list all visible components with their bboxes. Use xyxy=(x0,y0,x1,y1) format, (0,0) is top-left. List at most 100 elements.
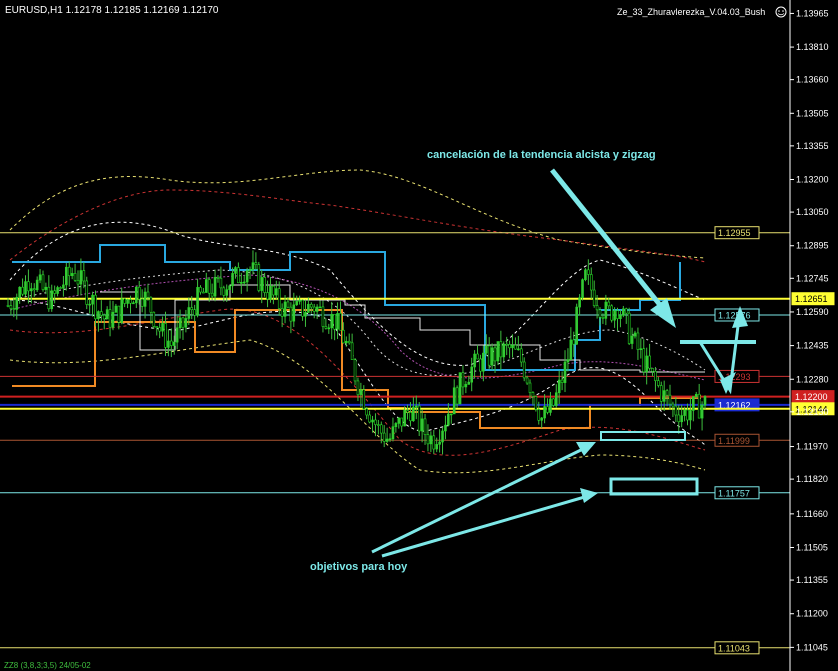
axis-tick-label: 1.13965 xyxy=(796,8,829,18)
candle-body xyxy=(627,312,631,344)
axis-tick-label: 1.12435 xyxy=(796,341,829,351)
candle-body xyxy=(289,306,293,322)
candle-body xyxy=(467,381,471,385)
candle-body xyxy=(595,305,599,311)
candle-body xyxy=(280,308,284,317)
candle-body xyxy=(301,299,304,317)
candle-body xyxy=(455,387,459,405)
candle-body xyxy=(692,396,695,411)
candle-body xyxy=(587,269,590,275)
candle-body xyxy=(304,312,307,317)
axis-tick-label: 1.11820 xyxy=(796,474,828,484)
candle-body xyxy=(624,308,628,314)
candle-body xyxy=(269,285,272,300)
axis-tick-label: 1.11970 xyxy=(796,442,828,452)
candle-body xyxy=(272,285,275,296)
candle-body xyxy=(234,267,237,274)
candle-body xyxy=(566,359,570,363)
candle-body xyxy=(318,306,322,309)
candle-body xyxy=(286,301,290,308)
candle-body xyxy=(540,417,543,421)
candle-body xyxy=(531,392,535,397)
candle-body xyxy=(152,311,156,327)
candle-body xyxy=(569,339,573,360)
candle-body xyxy=(680,415,683,423)
candle-body xyxy=(240,282,243,284)
axis-tick-label: 1.13200 xyxy=(796,175,829,185)
candle-body xyxy=(394,423,398,428)
candle-body xyxy=(108,309,112,328)
candle-body xyxy=(336,313,339,330)
candle-body xyxy=(85,280,89,305)
axis-tick-label: 1.13810 xyxy=(796,42,829,52)
candle-body xyxy=(636,332,640,350)
candle-body xyxy=(231,273,234,287)
candle-body xyxy=(181,317,185,328)
candle-body xyxy=(365,408,369,416)
candle-body xyxy=(362,389,366,410)
candle-body xyxy=(525,377,529,384)
candle-body xyxy=(237,267,240,284)
candle-body xyxy=(578,297,581,308)
candle-body xyxy=(447,413,450,426)
candle-body xyxy=(216,277,220,279)
candle-body xyxy=(379,424,383,434)
candle-body xyxy=(309,303,313,308)
candle-body xyxy=(432,435,436,450)
symbol-info: EURUSD,H1 1.12178 1.12185 1.12169 1.1217… xyxy=(5,5,219,16)
level-label: 1.12955 xyxy=(718,228,751,238)
candle-body xyxy=(342,329,345,344)
candle-body xyxy=(359,389,363,395)
candle-body xyxy=(257,264,261,291)
candle-body xyxy=(654,371,657,381)
candle-body xyxy=(412,406,415,422)
candle-body xyxy=(417,405,421,432)
candle-body xyxy=(546,406,549,413)
candle-body xyxy=(254,262,258,265)
candle-body xyxy=(560,379,564,383)
candle-body xyxy=(517,348,520,351)
candle-body xyxy=(47,286,51,310)
candle-body xyxy=(426,434,430,445)
axis-tick-label: 1.12590 xyxy=(796,307,829,317)
candle-body xyxy=(164,323,167,348)
candle-body xyxy=(505,343,508,346)
candle-body xyxy=(610,305,613,321)
candle-body xyxy=(388,438,392,441)
candle-body xyxy=(228,285,231,290)
candle-body xyxy=(283,301,287,317)
candle-body xyxy=(484,345,488,354)
candle-body xyxy=(146,291,150,298)
candle-body xyxy=(143,291,147,307)
candle-body xyxy=(9,305,13,309)
candle-body xyxy=(149,296,153,313)
candle-body xyxy=(537,409,541,421)
candle-body xyxy=(76,280,80,285)
candle-body xyxy=(330,314,334,329)
candle-body xyxy=(511,344,514,349)
candle-body xyxy=(657,380,660,386)
candle-body xyxy=(444,424,447,432)
candle-body xyxy=(452,387,456,415)
candle-body xyxy=(190,307,194,311)
candle-body xyxy=(700,404,704,419)
candle-body xyxy=(70,273,74,277)
candle-body xyxy=(499,341,503,358)
candle-body xyxy=(694,393,698,397)
price-chart[interactable]: 1.129551.126511.125761.122931.122001.121… xyxy=(0,0,838,671)
candle-body xyxy=(697,393,701,419)
candle-body xyxy=(298,299,301,302)
candle-body xyxy=(604,301,608,319)
candle-body xyxy=(30,288,33,292)
candle-body xyxy=(67,266,71,277)
candle-body xyxy=(59,287,62,289)
candle-body xyxy=(374,419,377,425)
candle-body xyxy=(665,390,669,396)
axis-tick-label: 1.13355 xyxy=(796,141,829,151)
candle-body xyxy=(117,305,121,323)
level-label: 1.11999 xyxy=(718,436,750,446)
candle-body xyxy=(377,424,380,426)
candle-body xyxy=(371,419,374,423)
candle-body xyxy=(543,406,546,419)
candle-body xyxy=(213,277,217,297)
